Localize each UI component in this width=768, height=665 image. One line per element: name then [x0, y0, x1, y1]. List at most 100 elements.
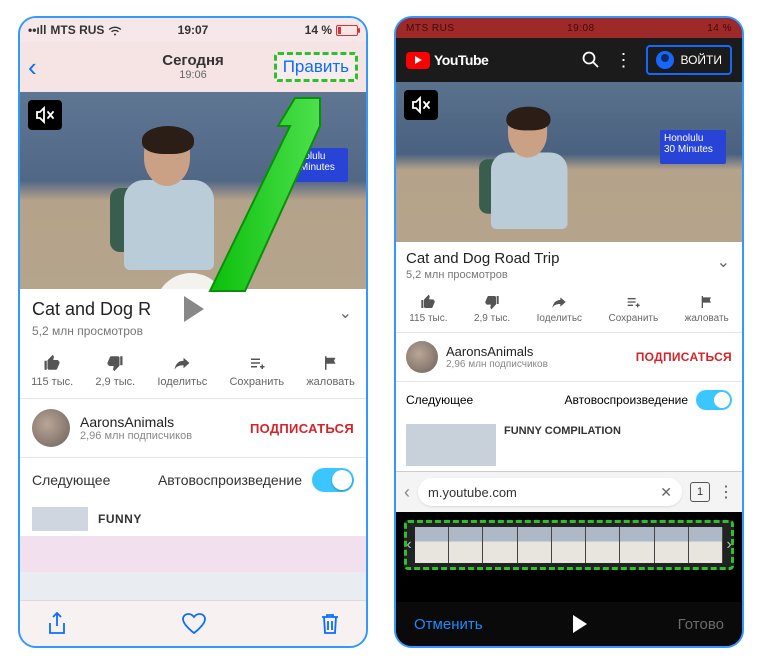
autoplay-switch[interactable] — [312, 468, 354, 492]
wifi-icon — [108, 25, 122, 36]
next-video-title: FUNNY — [98, 512, 142, 526]
kebab-icon[interactable]: ⋮ — [718, 482, 734, 502]
report-button[interactable]: жаловать — [685, 294, 729, 324]
channel-row[interactable]: AaronsAnimals 2,96 млн подписчиков ПОДПИ… — [20, 399, 366, 458]
clock: 19:07 — [178, 23, 209, 37]
phone-left: ••ıll MTS RUS 19:07 14 % ‹ Сегодня 19:06… — [18, 16, 368, 648]
sheet-handle[interactable] — [20, 536, 366, 572]
signal-icon: ••ıll — [28, 23, 46, 37]
next-video-row[interactable]: FUNNY — [20, 502, 366, 536]
timeline-frame — [518, 527, 552, 563]
upnext-label: Следующее — [32, 472, 110, 488]
bottom-toolbar — [20, 600, 366, 646]
action-bar: 115 тыс. 2,9 тыс. Iоделитьс Сохранить жа… — [396, 289, 742, 333]
url-bar[interactable]: m.youtube.com ✕ — [418, 478, 682, 506]
save-button[interactable]: Сохранить — [609, 294, 659, 324]
url-text: m.youtube.com — [428, 485, 517, 500]
phone-right: MTS RUS 19:08 14 % YouTube ⋮ ВОЙТИ Honol… — [394, 16, 744, 648]
sign-line1: Honolulu — [664, 133, 722, 144]
trim-handle-left[interactable]: ‹ — [403, 523, 415, 567]
like-button[interactable]: 115 тыс. — [409, 294, 447, 324]
action-bar: 115 тыс. 2,9 тыс. Iоделитьс Сохранить жа… — [20, 346, 366, 399]
dislike-count: 2,9 тыс. — [95, 376, 135, 388]
sign-line2: 30 Minutes — [286, 162, 344, 173]
like-count: 115 тыс. — [409, 313, 447, 324]
mute-icon[interactable] — [28, 100, 62, 130]
timeline-frame — [689, 527, 723, 563]
login-button[interactable]: ВОЙТИ — [646, 45, 732, 75]
report-button[interactable]: жаловать — [306, 354, 355, 388]
timeline-frame — [449, 527, 483, 563]
youtube-play-icon — [406, 52, 430, 69]
avatar — [406, 341, 438, 373]
video-views: 5,2 млн просмотров — [406, 269, 732, 281]
back-button[interactable]: ‹ — [28, 52, 37, 83]
share-button[interactable]: Iоделитьс — [537, 294, 582, 324]
save-label: Сохранить — [609, 313, 659, 324]
channel-name: AaronsAnimals — [446, 344, 628, 359]
cancel-button[interactable]: Отменить — [414, 616, 483, 633]
nav-title-group: Сегодня 19:06 — [162, 53, 224, 82]
channel-name: AaronsAnimals — [80, 414, 240, 430]
timeline-frame — [586, 527, 620, 563]
avatar — [32, 409, 70, 447]
upnext-row: Следующее Автовоспроизведение — [396, 382, 742, 418]
trim-timeline[interactable]: ‹ › — [404, 520, 734, 570]
next-video-row[interactable]: FUNNY COMPILATION — [396, 418, 742, 472]
tabs-button[interactable]: 1 — [690, 482, 710, 502]
search-icon[interactable] — [582, 51, 600, 69]
share-button[interactable]: Iоделитьс — [157, 354, 207, 388]
kebab-icon[interactable]: ⋮ — [614, 50, 632, 71]
person-icon — [656, 51, 674, 69]
autoplay-label: Автовоспроизведение — [158, 472, 302, 488]
share-sheet-icon[interactable] — [46, 612, 68, 636]
battery-pct: 14 % — [305, 23, 332, 37]
person-graphic — [474, 110, 576, 246]
channel-subs: 2,96 млн подписчиков — [446, 359, 628, 370]
dislike-button[interactable]: 2,9 тыс. — [95, 354, 135, 388]
share-label: Iоделитьс — [537, 313, 582, 324]
subscribe-button[interactable]: ПОДПИСАТЬСЯ — [636, 350, 732, 364]
video-preview[interactable]: Honolulu 30 Minutes — [396, 82, 742, 242]
save-button[interactable]: Сохранить — [229, 354, 284, 388]
expand-chevron-icon[interactable]: ⌄ — [717, 252, 730, 272]
youtube-logo[interactable]: YouTube — [406, 52, 488, 69]
timeline-frame — [620, 527, 654, 563]
like-button[interactable]: 115 тыс. — [31, 354, 73, 388]
expand-chevron-icon[interactable]: ⌄ — [339, 303, 352, 323]
video-info[interactable]: Cat and Dog Road Trip 5,2 млн просмотров… — [396, 242, 742, 289]
play-overlay-icon[interactable] — [155, 273, 227, 345]
report-label: жаловать — [306, 376, 355, 388]
sign-overlay: Honolulu 30 Minutes — [660, 130, 726, 164]
upnext-label: Следующее — [406, 393, 473, 407]
like-count: 115 тыс. — [31, 376, 73, 388]
dislike-button[interactable]: 2,9 тыс. — [474, 294, 510, 324]
battery-low-icon — [336, 25, 358, 36]
person-graphic — [104, 130, 224, 290]
upnext-row: Следующее Автовоспроизведение — [20, 458, 366, 502]
done-button[interactable]: Готово — [678, 616, 724, 633]
video-preview[interactable]: Honolulu 30 Minutes — [20, 92, 366, 289]
trim-handle-right[interactable]: › — [723, 523, 735, 567]
mute-icon[interactable] — [404, 90, 438, 120]
back-button[interactable]: ‹ — [404, 482, 410, 503]
timeline-frame — [483, 527, 517, 563]
channel-row[interactable]: AaronsAnimals 2,96 млн подписчиков ПОДПИ… — [396, 333, 742, 382]
autoplay-switch[interactable] — [696, 390, 732, 410]
status-bar: ••ıll MTS RUS 19:07 14 % — [20, 18, 366, 42]
browser-toolbar: ‹ m.youtube.com ✕ 1 ⋮ — [396, 472, 742, 512]
timeline-frame — [415, 527, 449, 563]
video-title: Cat and Dog Road Trip — [406, 250, 732, 267]
battery-label: 14 % — [707, 23, 732, 34]
dislike-count: 2,9 тыс. — [474, 313, 510, 324]
status-bar: MTS RUS 19:08 14 % — [396, 18, 742, 38]
clear-icon[interactable]: ✕ — [660, 484, 672, 501]
trash-icon[interactable] — [320, 612, 340, 636]
subscribe-button[interactable]: ПОДПИСАТЬСЯ — [250, 421, 354, 436]
play-icon[interactable] — [573, 615, 587, 633]
youtube-topbar: YouTube ⋮ ВОЙТИ — [396, 38, 742, 82]
edit-bottom-bar: Отменить Готово — [396, 602, 742, 646]
edit-button[interactable]: Править — [274, 52, 358, 82]
nav-title: Сегодня — [162, 53, 224, 70]
favorite-icon[interactable] — [181, 612, 207, 635]
